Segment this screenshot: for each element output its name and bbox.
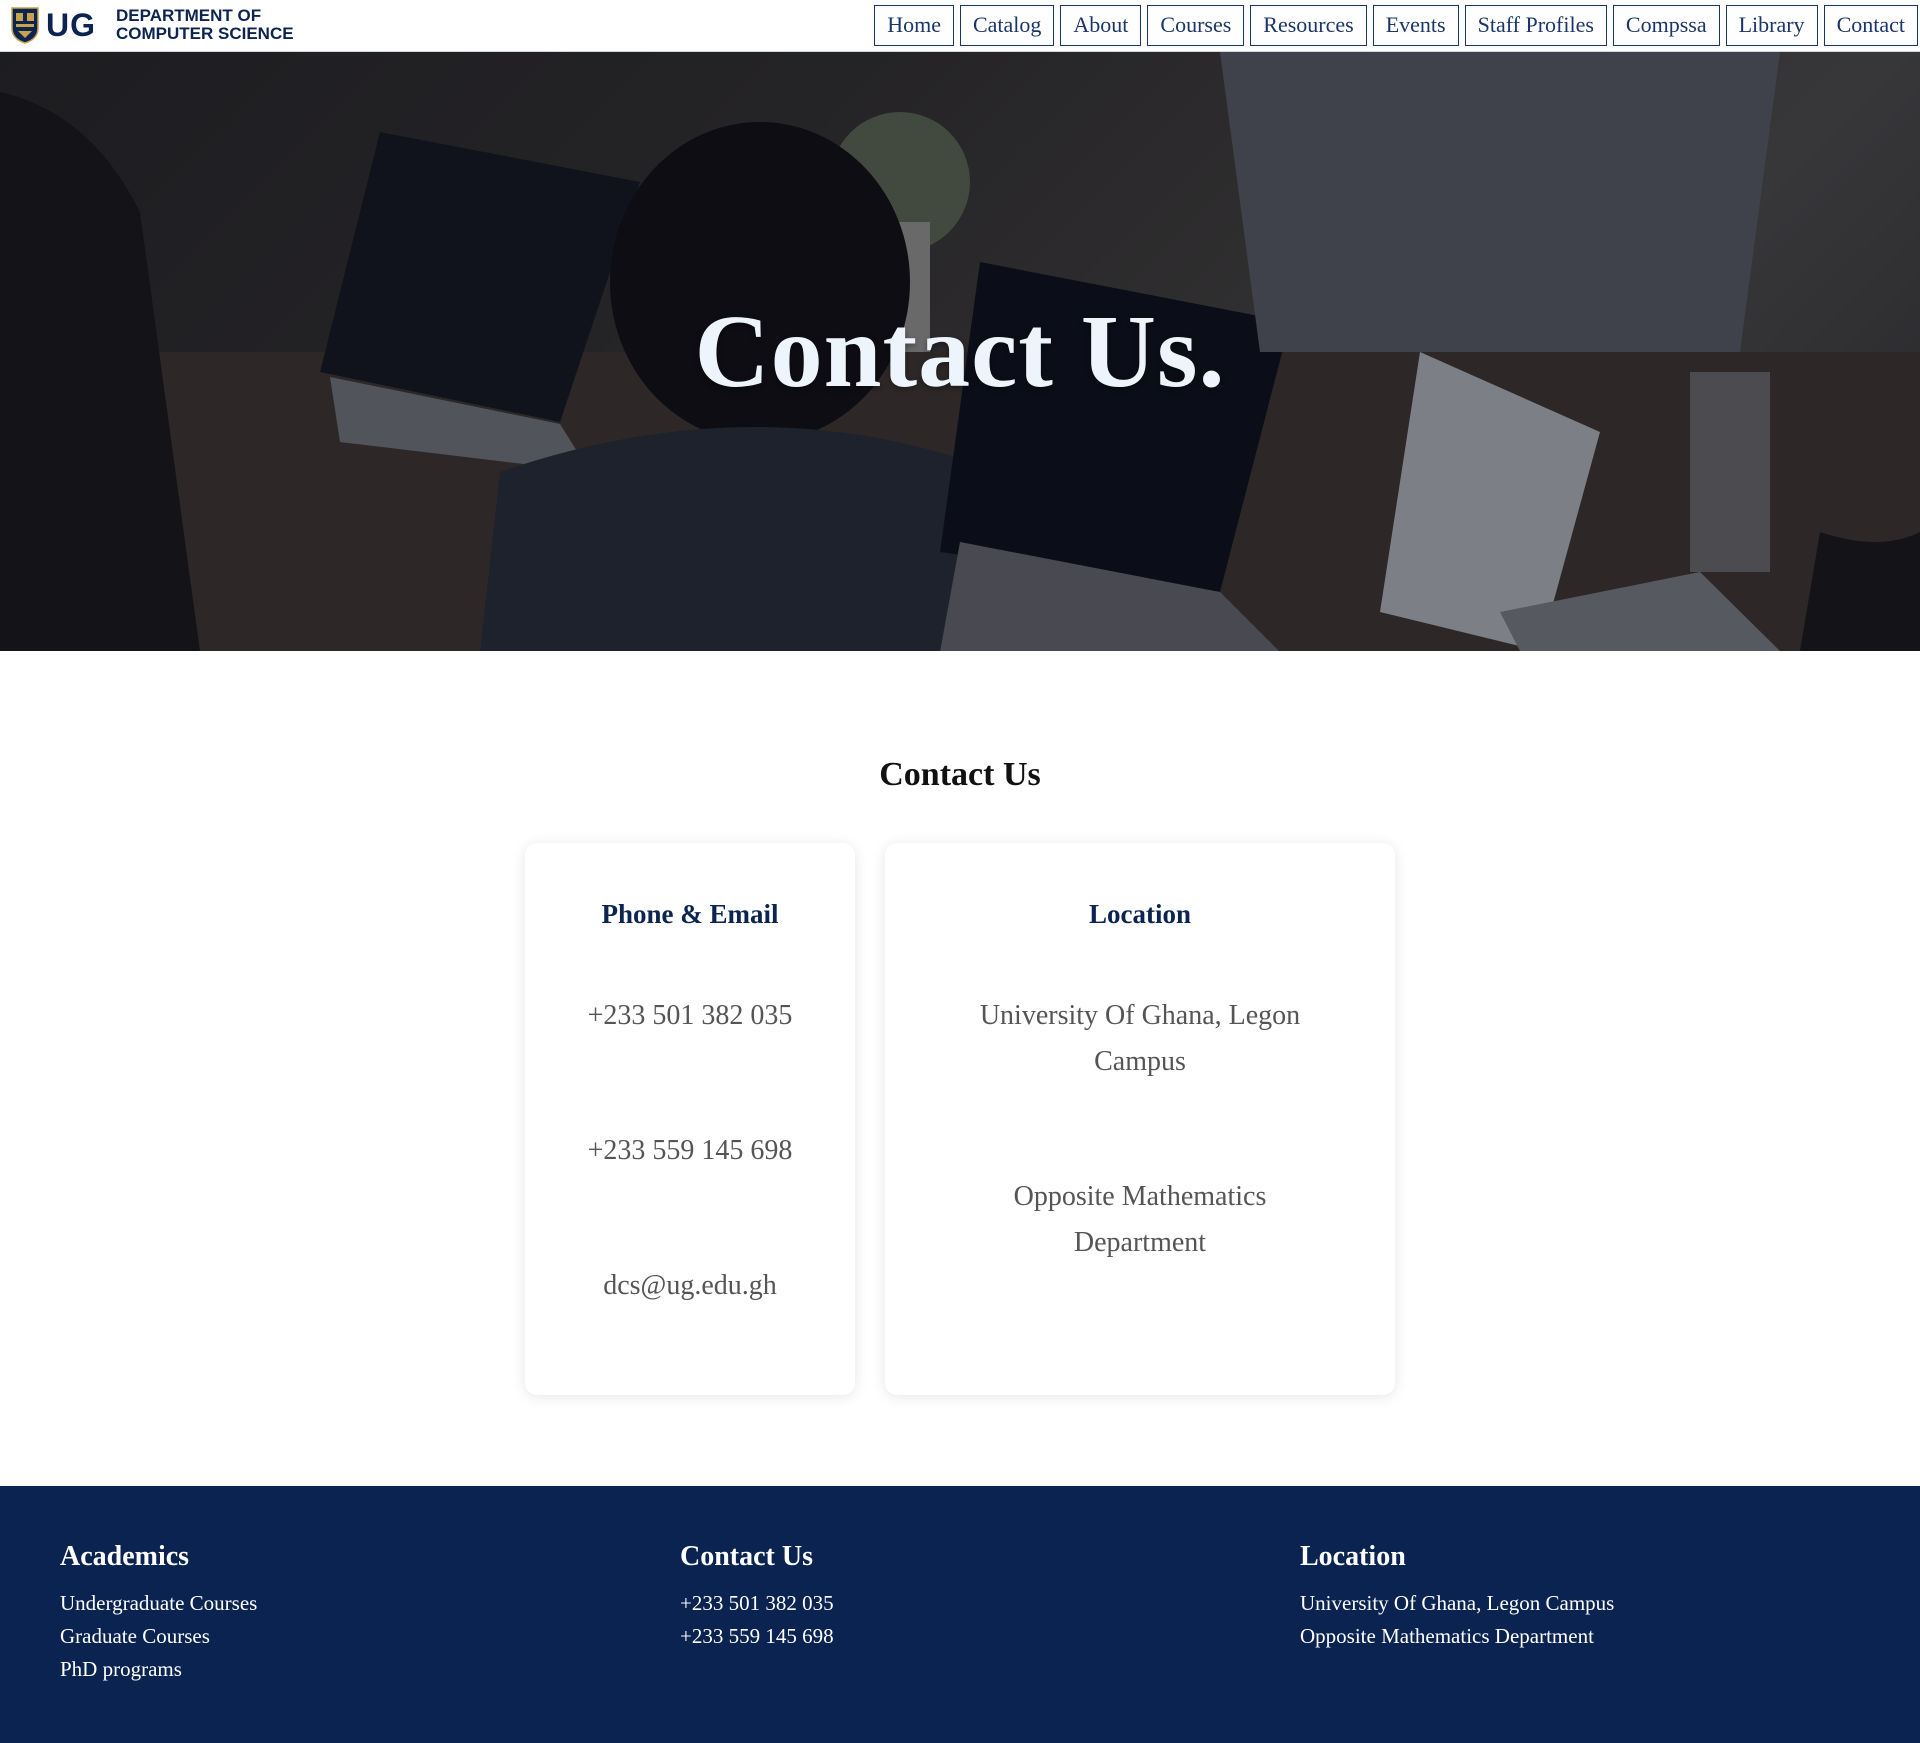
footer-contact-heading: Contact Us [680,1541,813,1572]
dept-line-1: DEPARTMENT OF [116,6,262,25]
nav-about[interactable]: About [1060,5,1142,46]
footer-phone-2: +233 559 145 698 [680,1624,834,1648]
hero-banner: Contact Us. [0,52,1920,651]
nav-events[interactable]: Events [1372,5,1459,46]
dept-line-2: COMPUTER SCIENCE [116,24,294,43]
location-line-1: University Of Ghana, Legon Campus [979,1000,1301,1077]
logo-text: UG [46,6,96,43]
nav-courses[interactable]: Courses [1147,5,1245,46]
nav-staff-profiles[interactable]: Staff Profiles [1464,5,1607,46]
nav-catalog[interactable]: Catalog [959,5,1055,46]
location-heading: Location [1088,899,1191,929]
location-line-2: Opposite Mathematics Department [1013,1181,1267,1258]
phone-email-card: Phone & Email +233 501 382 035 +233 559 … [525,843,855,1395]
footer-academics-heading: Academics [60,1541,190,1572]
site-footer: Academics Undergraduate Courses Graduate… [0,1486,1920,1743]
email-address[interactable]: dcs@ug.edu.gh [525,1263,855,1309]
contact-section-title: Contact Us [879,756,1041,793]
phone-email-heading: Phone & Email [601,899,779,929]
nav-home[interactable]: Home [874,5,954,46]
footer-location: Location University Of Ghana, Legon Camp… [1300,1541,1614,1653]
footer-link-phd[interactable]: PhD programs [60,1653,257,1686]
ug-crest-icon [11,7,39,44]
footer-academics: Academics Undergraduate Courses Graduate… [60,1541,257,1686]
dept-name: DEPARTMENT OF COMPUTER SCIENCE [116,7,294,43]
phone-number-2[interactable]: +233 559 145 698 [525,1128,855,1174]
nav-library[interactable]: Library [1725,5,1818,46]
brand-logo[interactable]: UG DEPARTMENT OF COMPUTER SCIENCE [10,3,294,47]
main-nav: Home Catalog About Courses Resources Eve… [874,5,1918,46]
footer-location-line-1: University Of Ghana, Legon Campus [1300,1591,1615,1615]
phone-number-1[interactable]: +233 501 382 035 [525,993,855,1039]
nav-contact[interactable]: Contact [1823,5,1918,46]
nav-resources[interactable]: Resources [1250,5,1367,46]
footer-contact: Contact Us +233 501 382 035 +233 559 145… [680,1541,834,1653]
site-header: UG DEPARTMENT OF COMPUTER SCIENCE Home C… [0,0,1920,52]
hero-title: Contact Us. [694,294,1226,409]
location-card: Location University Of Ghana, Legon Camp… [885,843,1395,1395]
footer-link-graduate[interactable]: Graduate Courses [60,1620,257,1653]
footer-location-line-2: Opposite Mathematics Department [1300,1624,1594,1648]
footer-location-heading: Location [1300,1541,1406,1572]
footer-phone-1: +233 501 382 035 [680,1591,834,1615]
footer-link-undergraduate[interactable]: Undergraduate Courses [60,1587,257,1620]
nav-compssa[interactable]: Compssa [1612,5,1720,46]
